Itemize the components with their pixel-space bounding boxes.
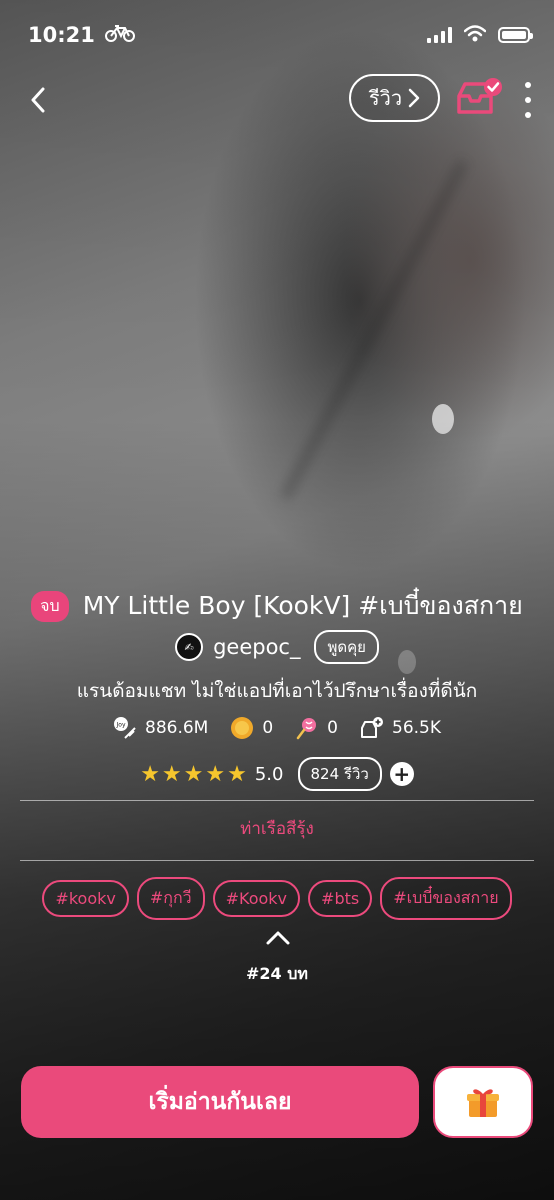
start-reading-button[interactable]: เริ่มอ่านกันเลย [21,1066,419,1138]
completed-status-badge: จบ [31,590,69,622]
add-review-icon[interactable]: + [389,762,414,786]
status-bar: 10:21 [0,0,554,70]
status-time: 10:21 [28,23,95,47]
chevron-right-icon [408,88,420,108]
star-icon: ★ [205,761,226,787]
story-title: MY Little Boy [KookV] #เบบี๋ของสกาย [82,591,523,620]
star-icon: ★ [140,761,160,787]
star-icon: ★ [183,761,204,787]
author-name[interactable]: geepoc_ [213,635,300,659]
chat-button[interactable]: พูดคุย [314,630,379,664]
library-add-icon [360,716,384,740]
author-avatar[interactable]: ✍ [175,633,204,661]
tag-chip[interactable]: #kookv [42,880,129,917]
story-description: แรนด้อมแชท ไม่ใช่แอปที่เอาไว้ปรึกษาเรื่อ… [76,680,478,702]
candies-count: 0 [327,718,338,738]
star-icon: ★ [161,761,182,787]
more-options-button[interactable] [518,82,538,118]
tags-list: #kookv #กุกวี #Kookv #bts #เบบี๋ของสกาย [0,877,554,920]
back-button[interactable] [18,80,58,120]
review-button[interactable]: รีวิว [349,74,440,122]
views-icon: Joy [113,716,137,740]
chapter-count[interactable]: #24 บท [0,962,554,987]
candy-icon [295,716,319,740]
library-adds-count: 56.5K [392,718,441,738]
bicycle-icon [104,23,135,47]
gift-box-icon [467,1089,499,1117]
views-count: 886.6M [145,718,209,738]
top-navigation: รีวิว [0,72,554,126]
coins-count: 0 [262,718,274,738]
start-reading-label: เริ่มอ่านกันเลย [148,1089,292,1115]
svg-text:Joy: Joy [116,722,126,729]
review-button-label: รีวิว [368,86,403,110]
battery-icon [498,27,533,43]
review-count-button[interactable]: 824 รีวิว [297,757,382,791]
star-icon: ★ [227,761,247,787]
chevron-left-icon [31,87,45,113]
gift-button[interactable] [433,1066,533,1138]
star-rating: ★ ★ ★ ★ ★ [140,762,247,787]
rating-row: ★ ★ ★ ★ ★ 5.0 824 รีวิว + [0,757,554,791]
tag-chip[interactable]: #bts [308,880,373,917]
tag-chip[interactable]: #Kookv [212,880,301,917]
story-category[interactable]: ท่าเรือสีรุ้ง [0,815,554,842]
cellular-signal-icon [427,27,452,43]
tag-chip[interactable]: #กุกวี [136,877,205,920]
add-to-library-button[interactable] [455,76,505,120]
inbox-check-icon [457,78,502,114]
tag-chip[interactable]: #เบบี๋ของสกาย [380,877,512,920]
divider [20,860,534,861]
rating-score: 5.0 [254,763,284,785]
wifi-icon [463,24,487,46]
coin-icon [230,716,254,740]
chevron-up-icon[interactable] [265,930,291,946]
story-stats: Joy 886.6M 0 0 56.5K [0,716,554,740]
divider [20,800,534,801]
